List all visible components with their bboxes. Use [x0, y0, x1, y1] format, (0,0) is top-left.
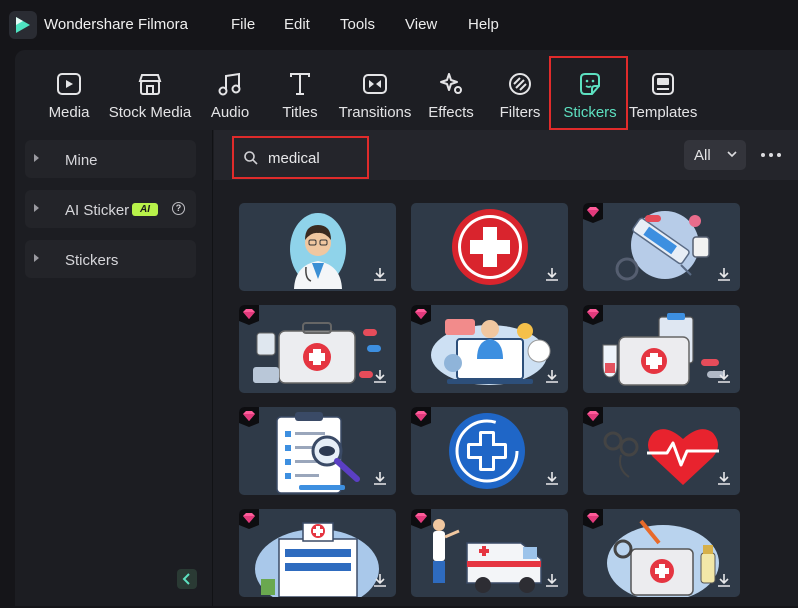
sticker-grid	[214, 180, 798, 606]
more-options-button[interactable]	[760, 144, 782, 166]
premium-gem-icon	[411, 407, 431, 427]
stickers-tab-highlight	[549, 56, 628, 130]
filter-icon	[509, 73, 531, 95]
tab-stock-media[interactable]: Stock Media	[107, 58, 193, 126]
tab-filters[interactable]: Filters	[497, 58, 543, 126]
sticker-card-medical-bag-bottles[interactable]	[583, 509, 740, 597]
menu-help[interactable]: Help	[468, 16, 499, 33]
menu-bar: Wondershare Filmora File Edit Tools View…	[0, 0, 798, 50]
download-icon[interactable]	[370, 265, 390, 285]
search-bar: All	[214, 130, 798, 180]
search-icon	[244, 151, 258, 165]
menu-tools[interactable]: Tools	[340, 16, 375, 33]
sidebar-item-stickers[interactable]: Stickers	[25, 240, 196, 278]
premium-gem-icon	[583, 305, 603, 325]
premium-gem-icon	[411, 305, 431, 325]
tab-templates[interactable]: Templates	[629, 58, 697, 126]
sidebar-item-mine[interactable]: Mine	[25, 140, 196, 178]
sticker-card-first-aid-kit-pills[interactable]	[239, 305, 396, 393]
sticker-card-heartbeat-stethoscope[interactable]	[583, 407, 740, 495]
ai-badge: AI	[132, 203, 158, 216]
tab-titles[interactable]: Titles	[275, 58, 325, 126]
sticker-card-blue-cross-circle[interactable]	[411, 407, 568, 495]
sidebar-item-label: Mine	[65, 152, 98, 169]
caret-right-icon	[34, 204, 39, 212]
sticker-card-doctor-avatar[interactable]	[239, 203, 396, 291]
premium-gem-icon	[583, 407, 603, 427]
download-icon[interactable]	[542, 571, 562, 591]
sticker-browser: All	[214, 130, 798, 606]
templates-icon	[652, 73, 674, 95]
premium-gem-icon	[411, 509, 431, 529]
sticker-card-ambulance-doctor[interactable]	[411, 509, 568, 597]
chevron-left-icon	[182, 573, 190, 585]
sticker-category-sidebar: Mine AI Sticker AI ? Stickers	[15, 130, 213, 606]
tab-media[interactable]: Media	[43, 58, 95, 126]
sticker-card-online-doctor[interactable]	[411, 305, 568, 393]
premium-gem-icon	[583, 203, 603, 223]
premium-gem-icon	[239, 407, 259, 427]
download-icon[interactable]	[370, 571, 390, 591]
sticker-card-red-cross-circle[interactable]	[411, 203, 568, 291]
chevron-down-icon	[727, 151, 737, 158]
download-icon[interactable]	[714, 571, 734, 591]
download-icon[interactable]	[370, 367, 390, 387]
help-icon[interactable]: ?	[172, 202, 185, 215]
stock-media-icon	[138, 74, 162, 95]
premium-gem-icon	[239, 509, 259, 529]
text-t-icon	[290, 73, 310, 95]
tab-audio[interactable]: Audio	[205, 58, 255, 126]
asset-toolbar: Media Stock Media Audio Titles Transitio…	[15, 50, 798, 130]
tab-transitions[interactable]: Transitions	[337, 58, 413, 126]
sidebar-item-label: AI Sticker	[65, 202, 130, 219]
download-icon[interactable]	[714, 469, 734, 489]
collapse-sidebar-button[interactable]	[177, 569, 197, 589]
filter-dropdown[interactable]: All	[684, 140, 746, 170]
media-icon	[57, 73, 81, 95]
sticker-card-checklist-magnifier[interactable]	[239, 407, 396, 495]
premium-gem-icon	[239, 305, 259, 325]
sidebar-item-ai-sticker[interactable]: AI Sticker AI ?	[25, 190, 196, 228]
download-icon[interactable]	[542, 265, 562, 285]
download-icon[interactable]	[542, 367, 562, 387]
music-note-icon	[218, 72, 241, 96]
transitions-icon	[363, 74, 387, 94]
sidebar-item-label: Stickers	[65, 252, 119, 269]
menu-view[interactable]: View	[405, 16, 437, 33]
filmora-logo-icon	[9, 11, 37, 39]
download-icon[interactable]	[714, 367, 734, 387]
tab-effects[interactable]: Effects	[425, 58, 477, 126]
sticker-card-hospital-building[interactable]	[239, 509, 396, 597]
sticker-card-syringe-pills[interactable]	[583, 203, 740, 291]
caret-right-icon	[34, 154, 39, 162]
download-icon[interactable]	[370, 469, 390, 489]
sparkle-icon	[440, 73, 462, 94]
editor-window: Media Stock Media Audio Titles Transitio…	[15, 50, 798, 606]
search-box[interactable]	[232, 136, 369, 179]
menu-edit[interactable]: Edit	[284, 16, 310, 33]
sticker-card-medical-kit-clipboard[interactable]	[583, 305, 740, 393]
search-input[interactable]	[268, 148, 364, 168]
download-icon[interactable]	[542, 469, 562, 489]
app-title: Wondershare Filmora	[44, 16, 188, 33]
menu-file[interactable]: File	[231, 16, 255, 33]
caret-right-icon	[34, 254, 39, 262]
premium-gem-icon	[583, 509, 603, 529]
download-icon[interactable]	[714, 265, 734, 285]
